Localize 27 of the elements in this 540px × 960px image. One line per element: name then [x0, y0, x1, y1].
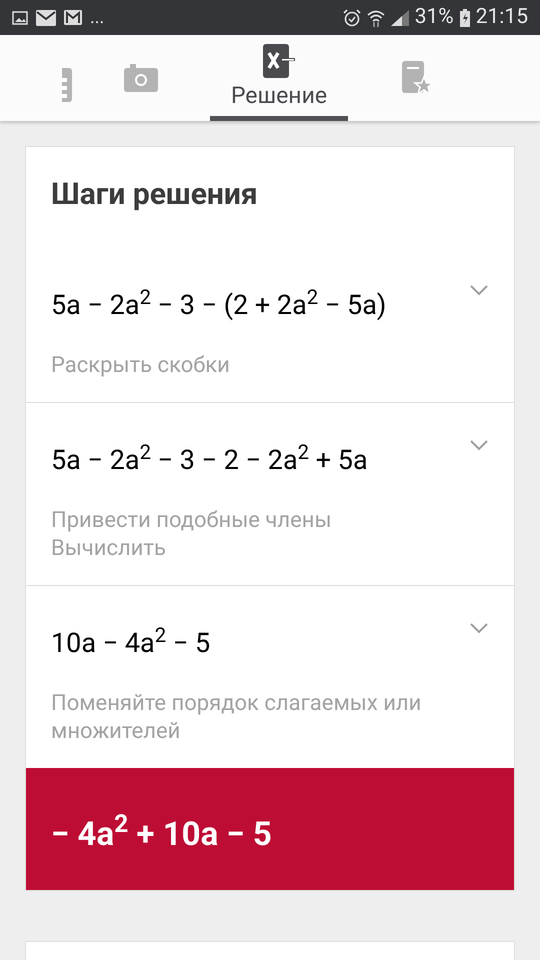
image-icon [12, 10, 28, 24]
mail-icon [36, 10, 56, 26]
clock: 21:15 [476, 7, 528, 28]
gmail-icon [64, 10, 82, 25]
step-expression: 10a − 4a$^{2}$ − 5 [51, 622, 212, 661]
notebook-star-icon [400, 60, 434, 94]
step-expression: 5a − 2a$^{2}$ − 3 − (2 + 2a$^{2}$ − 5a) [51, 284, 388, 323]
battery-charging-icon [460, 8, 470, 26]
calculator-icon [62, 68, 72, 102]
answer-expression: − 4a$^{2}$ + 10a − 5 [51, 809, 272, 850]
step-hint: Поменяйте порядок слагаемых или множителей [51, 690, 422, 746]
x-equals-icon [263, 44, 295, 78]
chevron-down-icon[interactable] [469, 622, 489, 634]
step-hint: Привести подобные члены [51, 507, 333, 535]
step-hint: Раскрыть скобки [51, 352, 231, 380]
wifi-icon [366, 8, 385, 26]
step-expression: 5a − 2a$^{2}$ − 3 − 2 − 2a$^{2}$ + 5a [51, 438, 369, 478]
card-title: Шаги решения [50, 176, 259, 214]
alarm-icon [342, 8, 361, 26]
more-notifications: ... [90, 8, 104, 26]
signal-icon [390, 10, 409, 26]
chevron-down-icon[interactable] [469, 439, 489, 451]
tab[interactable]: Решение [210, 35, 348, 121]
step-hint: Вычислить [51, 535, 167, 563]
battery-percent: 31% [414, 7, 454, 28]
camera-icon [124, 64, 158, 92]
chevron-down-icon[interactable] [469, 284, 489, 296]
